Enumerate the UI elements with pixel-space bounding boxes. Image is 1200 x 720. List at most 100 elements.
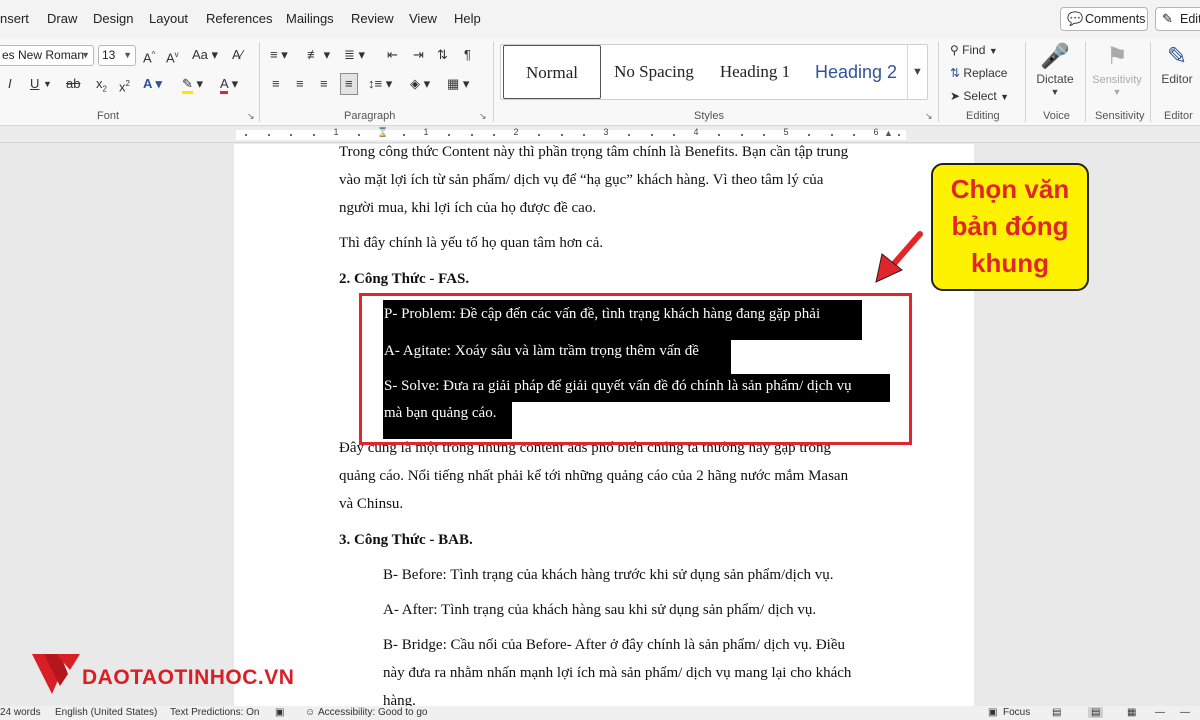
body-line: quảng cáo. Nổi tiếng nhất phải kể tới nh… <box>339 468 849 484</box>
text-predictions-status[interactable]: Text Predictions: On <box>170 707 259 718</box>
tab-draw[interactable]: Draw <box>47 11 77 26</box>
styles-group-label: Styles <box>694 110 724 122</box>
underline-icon[interactable]: U <box>30 74 39 94</box>
increase-indent-icon[interactable]: ⇥ <box>413 45 424 65</box>
word-count[interactable]: 24 words <box>0 707 41 718</box>
body-line: Trong công thức Content này thì phần trọ… <box>339 144 849 160</box>
style-no-spacing[interactable]: No Spacing <box>605 45 703 99</box>
clear-formatting-icon[interactable]: A∕ <box>232 45 243 65</box>
font-color-icon[interactable]: A ▾ <box>220 74 238 94</box>
language-status[interactable]: English (United States) <box>55 707 157 718</box>
find-label: Find <box>962 43 986 57</box>
comments-button[interactable]: 💬 Comments <box>1060 7 1148 31</box>
chevron-down-icon: ▼ <box>123 50 132 60</box>
editor-button[interactable]: ✎ Editor <box>1155 42 1199 86</box>
body-line: vào mặt lợi ích từ sản phẩm/ dịch vụ để … <box>339 172 824 188</box>
tab-insert[interactable]: nsert <box>0 11 29 26</box>
accessibility-icon: ☺ <box>305 707 316 718</box>
body-line: và Chinsu. <box>339 496 404 512</box>
dictate-button[interactable]: 🎤 Dictate ▼ <box>1032 42 1078 98</box>
sort-icon[interactable]: ⇅ <box>437 45 448 65</box>
shrink-font-icon[interactable]: Av <box>166 45 179 68</box>
tab-mailings[interactable]: Mailings <box>286 11 334 26</box>
tab-view[interactable]: View <box>409 11 437 26</box>
font-name-combo[interactable]: es New Roman ▼ <box>0 45 94 66</box>
web-layout-icon[interactable]: ▦ <box>1127 707 1136 718</box>
subscript-icon[interactable]: x2 <box>96 74 107 100</box>
search-icon: ⚲ <box>950 43 959 57</box>
style-normal[interactable]: Normal <box>503 45 601 99</box>
body-line: người mua, khi lợi ích của họ được đề ca… <box>339 200 597 216</box>
macro-icon[interactable]: ▣ <box>275 707 284 718</box>
zoom-slider[interactable]: — <box>1180 707 1190 718</box>
print-layout-icon[interactable]: ▤ <box>1088 707 1104 718</box>
pencil-icon: ✎ <box>1162 11 1173 26</box>
replace-button[interactable]: ⇅ Replace <box>950 63 1007 83</box>
justify-icon[interactable]: ≡ <box>340 73 358 95</box>
dialog-launcher-icon[interactable]: ↘ <box>479 111 487 122</box>
multilevel-list-icon[interactable]: ≣ ▾ <box>344 45 365 65</box>
zoom-out-icon[interactable]: — <box>1155 707 1165 718</box>
select-button[interactable]: ➤ Select ▼ <box>950 86 1009 107</box>
sensitivity-icon: ⚑ <box>1106 43 1128 70</box>
indent-marker-icon[interactable]: ⌛ <box>377 127 388 138</box>
edit-mode-button[interactable]: ✎ Edit <box>1155 7 1200 31</box>
list-line: B- Before: Tình trạng của khách hàng trư… <box>383 567 834 583</box>
find-button[interactable]: ⚲ Find ▼ <box>950 40 998 61</box>
tab-review[interactable]: Review <box>351 11 394 26</box>
tab-references[interactable]: References <box>206 11 272 26</box>
ruler-number: 5 <box>783 127 789 137</box>
styles-more-button[interactable]: ▼ <box>907 45 927 99</box>
align-right-icon[interactable]: ≡ <box>320 74 328 94</box>
font-size-combo[interactable]: 13 ▼ <box>98 45 136 66</box>
editor-group-label: Editor <box>1164 110 1193 122</box>
chevron-down-icon[interactable]: ▼ <box>43 74 52 94</box>
right-indent-marker-icon[interactable]: ▲ <box>884 128 893 138</box>
ruler-tick <box>403 134 405 136</box>
tab-help[interactable]: Help <box>454 11 481 26</box>
strikethrough-icon[interactable]: ab <box>66 74 80 94</box>
voice-group-label: Voice <box>1043 110 1070 122</box>
style-heading-1[interactable]: Heading 1 <box>707 45 803 99</box>
cursor-icon: ➤ <box>950 89 961 103</box>
text-effects-icon[interactable]: A ▾ <box>143 74 162 94</box>
line-spacing-icon[interactable]: ↕≡ ▾ <box>368 74 392 94</box>
ruler-number: 1 <box>333 127 339 137</box>
accessibility-status[interactable]: Accessibility: Good to go <box>318 707 428 718</box>
body-line: Thì đây chính là yếu tố họ quan tâm hơn … <box>339 235 604 251</box>
tab-design[interactable]: Design <box>93 11 133 26</box>
ruler-tick <box>290 134 292 136</box>
borders-icon[interactable]: ▦ ▾ <box>447 74 469 94</box>
ruler-number: 1 <box>423 127 429 137</box>
ruler-tick <box>651 134 653 136</box>
pilcrow-icon[interactable]: ¶ <box>464 45 471 65</box>
highlighter-icon[interactable]: ✎ ▾ <box>182 74 203 94</box>
callout-line: Chọn văn <box>950 174 1070 204</box>
italic-icon[interactable]: I <box>8 74 12 94</box>
numbering-icon[interactable]: ≢ ▾ <box>307 45 330 65</box>
dialog-launcher-icon[interactable]: ↘ <box>925 111 933 122</box>
align-left-icon[interactable]: ≡ <box>272 74 280 94</box>
decrease-indent-icon[interactable]: ⇤ <box>387 45 398 65</box>
editor-label: Editor <box>1161 72 1193 86</box>
horizontal-ruler[interactable]: 1 ⌛ 1 2 3 4 5 6 ▲ <box>0 127 1200 143</box>
group-separator <box>1085 42 1086 122</box>
replace-label: Replace <box>963 66 1008 80</box>
chevron-down-icon: ▼ <box>1112 87 1122 97</box>
ruler-tick <box>898 134 900 136</box>
bullets-icon[interactable]: ≡ ▾ <box>270 45 288 65</box>
grow-font-icon[interactable]: A^ <box>143 45 155 68</box>
ruler-tick <box>741 134 743 136</box>
dialog-launcher-icon[interactable]: ↘ <box>247 111 255 122</box>
focus-button[interactable]: Focus <box>1003 707 1030 718</box>
tab-layout[interactable]: Layout <box>149 11 188 26</box>
read-mode-icon[interactable]: ▤ <box>1052 707 1061 718</box>
logo: DAOTAOTINHOC.VN <box>30 650 330 700</box>
style-heading-2[interactable]: Heading 2 <box>807 45 905 99</box>
superscript-icon[interactable]: x2 <box>119 74 130 97</box>
align-center-icon[interactable]: ≡ <box>296 74 304 94</box>
dictate-label: Dictate <box>1036 72 1074 86</box>
shading-icon[interactable]: ◈ ▾ <box>410 74 430 94</box>
sensitivity-button[interactable]: ⚑ Sensitivity ▼ <box>1089 42 1145 98</box>
change-case-icon[interactable]: Aa ▾ <box>192 45 218 65</box>
